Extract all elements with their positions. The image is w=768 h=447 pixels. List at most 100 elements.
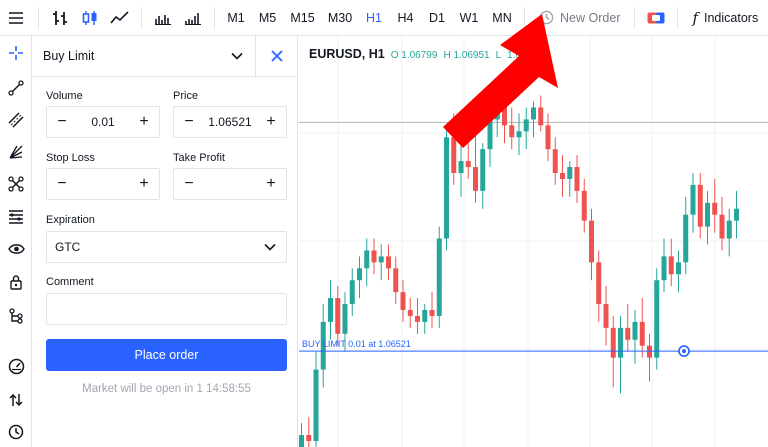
function-icon: f [692,8,698,27]
candle-body [451,137,457,173]
timeframe-h1[interactable]: H1 [359,0,389,36]
candle-body [436,238,442,316]
stop-loss-decrease-button[interactable]: − [55,175,69,192]
candle-body [618,327,623,358]
volume-bars-icon[interactable] [148,0,178,36]
fibonacci-icon[interactable] [0,202,32,230]
candle-body [494,101,500,120]
menu-icon[interactable] [0,0,32,36]
candle-body [531,107,536,120]
candle-body [386,256,391,269]
crosshair-icon[interactable] [0,39,32,67]
candle-body [516,131,522,138]
timeframe-m15[interactable]: M15 [284,0,321,36]
timeframe-mn[interactable]: MN [486,0,518,36]
toolbar-divider [38,6,39,29]
candle-body [378,256,384,263]
timeframe-m5[interactable]: M5 [251,0,284,36]
candle-body [545,125,551,150]
volume-bars-rising-icon[interactable] [178,0,208,36]
candle-body [371,250,377,263]
pattern-icon[interactable] [0,170,32,198]
volume-stepper[interactable]: − 0.01 + [46,106,160,138]
bar-chart-type-icon[interactable] [45,0,75,36]
market-status-text: Market will be open in 1 14:58:55 [82,383,251,395]
order-line-label: BUY LIMIT 0.01 at 1.06521 [302,339,411,349]
toolbar-divider [141,6,142,29]
trend-line-icon[interactable] [0,74,32,102]
expiration-select[interactable]: GTC [46,231,287,263]
history-icon[interactable] [0,418,32,446]
close-panel-button[interactable] [256,36,297,77]
order-type-value: Buy Limit [43,49,95,63]
candle-body [422,310,428,322]
high-value: H 1.06951 [443,50,490,61]
stop-loss-label: Stop Loss [46,152,95,164]
object-tree-icon[interactable] [0,302,32,330]
timeframe-group: M1 M5 M15 M30 H1 H4 D1 W1 MN [221,0,518,36]
volume-value[interactable]: 0.01 [91,115,114,129]
candle-body [328,298,333,322]
eye-icon[interactable] [0,235,32,263]
comment-input[interactable] [46,293,287,325]
candle-body [393,268,399,293]
sort-arrows-icon[interactable] [0,386,32,414]
order-type-select[interactable]: Buy Limit [32,35,256,77]
price-chart[interactable]: BUY LIMIT 0.01 at 1.06521 EURUSD, H1 O 1… [299,36,768,447]
candle-body [632,321,638,340]
place-order-button[interactable]: Place order [46,339,287,371]
volume-increase-button[interactable]: + [137,113,151,130]
toolbar-divider [524,6,525,29]
candle-body [480,149,486,191]
lock-icon[interactable] [0,268,32,296]
clock-icon [539,10,554,25]
timeframe-m30[interactable]: M30 [321,0,359,36]
open-value: O 1.06799 [390,50,438,61]
timeframe-w1[interactable]: W1 [452,0,486,36]
candle-body [473,167,478,191]
parallel-channel-icon[interactable] [0,106,32,134]
candle-body [567,167,573,179]
candlestick-chart-type-icon[interactable] [75,0,105,36]
candle-body [560,173,565,179]
candle-body [458,161,464,173]
candle-body [661,256,667,281]
candle-body [357,268,362,281]
timeframe-h4[interactable]: H4 [389,0,422,36]
candle-body [705,202,710,227]
candle-body [465,161,471,168]
take-profit-stepper[interactable]: − + [173,168,287,200]
take-profit-decrease-button[interactable]: − [182,175,196,192]
candle-body [502,101,507,126]
price-value[interactable]: 1.06521 [208,115,251,129]
one-click-trading-icon[interactable] [641,0,671,36]
candle-body [647,345,652,358]
candle-body [690,184,696,215]
candlestick-chart[interactable]: BUY LIMIT 0.01 at 1.06521 [299,36,768,447]
candle-body [668,256,674,275]
candle-body [552,149,558,173]
stop-loss-increase-button[interactable]: + [137,175,151,192]
new-order-button[interactable]: New Order [531,0,628,36]
candle-body [487,119,493,150]
candle-body [509,125,515,138]
line-chart-type-icon[interactable] [105,0,135,36]
price-stepper[interactable]: − 1.06521 + [173,106,287,138]
volume-decrease-button[interactable]: − [55,113,69,130]
comment-label: Comment [46,276,94,288]
pitchfork-icon[interactable] [0,138,32,166]
candle-body [610,327,616,358]
price-decrease-button[interactable]: − [182,113,196,130]
indicators-button[interactable]: f Indicators [684,0,766,36]
candle-body [574,167,580,191]
order-drag-handle-dot [682,349,686,354]
take-profit-increase-button[interactable]: + [264,175,278,192]
timeframe-m1[interactable]: M1 [221,0,251,36]
candle-body [299,435,304,447]
price-label: Price [173,90,199,102]
price-increase-button[interactable]: + [264,113,278,130]
stop-loss-stepper[interactable]: − + [46,168,160,200]
speedometer-icon[interactable] [0,352,32,380]
chart-legend: EURUSD, H1 O 1.06799 H 1.06951 L 1.06905 [309,47,543,61]
timeframe-d1[interactable]: D1 [422,0,452,36]
